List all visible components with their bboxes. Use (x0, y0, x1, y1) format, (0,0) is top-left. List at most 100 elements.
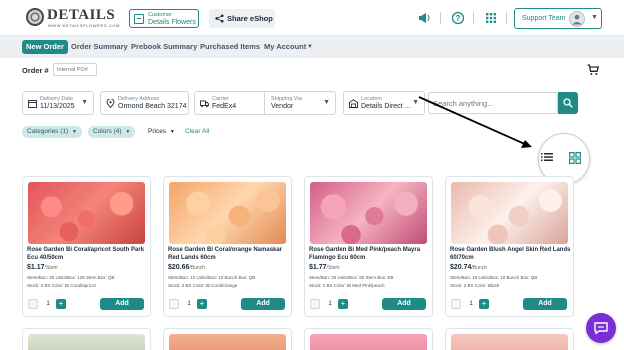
delivery-address-field[interactable]: Delivery Address Ormond Beach 32174 (100, 91, 189, 115)
megaphone-icon[interactable] (417, 11, 431, 25)
product-image[interactable] (169, 334, 286, 350)
add-to-cart-button[interactable]: Add (382, 298, 426, 310)
product-image[interactable] (451, 182, 568, 244)
share-icon (215, 14, 224, 23)
colors-filter-chip[interactable]: Colors (4) ▼ (88, 126, 136, 138)
product-card[interactable] (22, 328, 151, 350)
cart-icon[interactable] (587, 64, 599, 76)
internal-po-input[interactable] (53, 63, 97, 76)
grid-view-icon[interactable] (569, 152, 581, 164)
quantity-value[interactable]: 1 (325, 300, 335, 307)
increment-button[interactable]: + (56, 299, 66, 309)
trash-icon[interactable] (169, 299, 179, 309)
increment-button[interactable]: + (197, 299, 207, 309)
logo-subtext: WWW.DETAILSFLOWERS.COM (48, 23, 121, 28)
product-stock-color: Stock: 1 BX Color: Bi Med Pink/peach (309, 283, 385, 288)
header-divider (440, 12, 441, 24)
quantity-value[interactable]: 1 (184, 300, 194, 307)
product-image[interactable] (169, 182, 286, 244)
product-card[interactable]: Rose Garden Blush Angel Skin Red Lands 6… (445, 176, 574, 317)
location-pin-icon (106, 99, 115, 108)
delivery-date-field[interactable]: Delivery Date 11/13/2025 ▼ (22, 91, 94, 115)
increment-button[interactable]: + (479, 299, 489, 309)
nav-order-summary[interactable]: Order Summary (71, 40, 128, 54)
help-icon[interactable]: ? (451, 11, 465, 25)
add-to-cart-button[interactable]: Add (523, 298, 567, 310)
order-number-label: Order # (22, 66, 49, 75)
search-input[interactable] (428, 92, 558, 114)
truck-icon (200, 100, 209, 108)
carrier-field[interactable]: Carrier FedEx4 (194, 91, 264, 115)
product-card[interactable]: Rose Garden Bi Med Pink/peach Mayra Flam… (304, 176, 433, 317)
product-price: $20.74/Bunch (450, 264, 487, 271)
product-price: $1.77/Stem (309, 264, 340, 271)
price-unit: /Stem (326, 265, 340, 271)
avatar-icon (569, 11, 585, 27)
product-image[interactable] (28, 182, 145, 244)
nav-new-order[interactable]: New Order (22, 40, 68, 54)
customer-selector-button[interactable]: Customer Details Flowers (129, 9, 199, 28)
support-team-button[interactable]: Support Team ▼ (514, 8, 602, 29)
list-view-icon[interactable] (541, 152, 553, 162)
product-card[interactable]: Rose Garden Bi Coral/apricot South Park … (22, 176, 151, 317)
product-meta: Stem/Bun: 10 Units/Box: 10 Bunch Box: QB (450, 275, 538, 280)
nav-prebook-summary[interactable]: Prebook Summary (131, 40, 197, 54)
price-unit: /Bunch (471, 265, 487, 271)
logo-text: DETAILS (47, 7, 116, 23)
prices-filter[interactable]: Prices ▼ (148, 126, 175, 138)
nav-purchased-items[interactable]: Purchased Items (200, 40, 260, 54)
product-name: Rose Garden Bi Coral/apricot South Park … (27, 247, 145, 261)
details-logo[interactable]: DETAILS WWW.DETAILSFLOWERS.COM (26, 7, 119, 29)
chevron-down-icon: ▼ (72, 129, 77, 135)
product-stock-color: Stock: 2 BX Color: Blush (450, 283, 500, 288)
header-divider (473, 12, 474, 24)
product-image[interactable] (28, 334, 145, 350)
top-header: DETAILS WWW.DETAILSFLOWERS.COM Customer … (0, 0, 624, 36)
trash-icon[interactable] (451, 299, 461, 309)
clear-all-link[interactable]: Clear All (185, 126, 209, 138)
categories-filter-chip[interactable]: Categories (1) ▼ (22, 126, 82, 138)
add-to-cart-button[interactable]: Add (241, 298, 285, 310)
product-card[interactable] (445, 328, 574, 350)
chat-launcher-button[interactable] (586, 313, 616, 343)
carrier-label: Carrier (212, 96, 229, 102)
product-image[interactable] (310, 334, 427, 350)
chevron-down-icon: ▼ (125, 129, 131, 135)
chevron-down-icon: ▼ (81, 99, 88, 106)
delivery-date-label: Delivery Date (40, 96, 74, 102)
warehouse-icon (349, 99, 358, 108)
product-card[interactable] (163, 328, 292, 350)
add-to-cart-button[interactable]: Add (100, 298, 144, 310)
search-button[interactable] (558, 92, 578, 114)
product-image[interactable] (451, 334, 568, 350)
quantity-value[interactable]: 1 (466, 300, 476, 307)
product-image[interactable] (310, 182, 427, 244)
product-card[interactable]: Rose Garden Bi Coral/orange Namaskar Red… (163, 176, 292, 317)
search-icon (563, 98, 573, 108)
colors-chip-label: Colors (4) (93, 128, 122, 135)
product-card[interactable] (304, 328, 433, 350)
chat-icon (594, 322, 608, 335)
chevron-down-icon: ▼ (323, 99, 330, 106)
price-value: $1.77 (309, 264, 327, 271)
support-team-label: Support Team (522, 15, 566, 22)
categories-chip-label: Categories (1) (27, 128, 69, 135)
logo-seal-icon (26, 8, 44, 26)
header-divider (506, 12, 507, 24)
nav-my-account[interactable]: My Account (264, 40, 306, 54)
customer-card-icon (134, 14, 144, 24)
location-field[interactable]: Location Details Direct ... ▼ (343, 91, 425, 115)
trash-icon[interactable] (310, 299, 320, 309)
location-label: Location (361, 96, 382, 102)
chevron-down-icon[interactable]: ▼ (307, 40, 313, 54)
product-meta: Stem/Bun: 25 Units/Box: 125 Stem Box: QB (27, 275, 115, 280)
quantity-value[interactable]: 1 (43, 300, 53, 307)
apps-grid-icon[interactable] (484, 11, 498, 25)
share-eshop-button[interactable]: Share eShop (209, 9, 275, 28)
shipping-via-field[interactable]: Shipping Via Vendor ▼ (264, 91, 336, 115)
trash-icon[interactable] (28, 299, 38, 309)
shipping-via-value: Vendor (271, 103, 294, 110)
calendar-icon (28, 100, 37, 108)
svg-text:?: ? (456, 14, 461, 23)
increment-button[interactable]: + (338, 299, 348, 309)
